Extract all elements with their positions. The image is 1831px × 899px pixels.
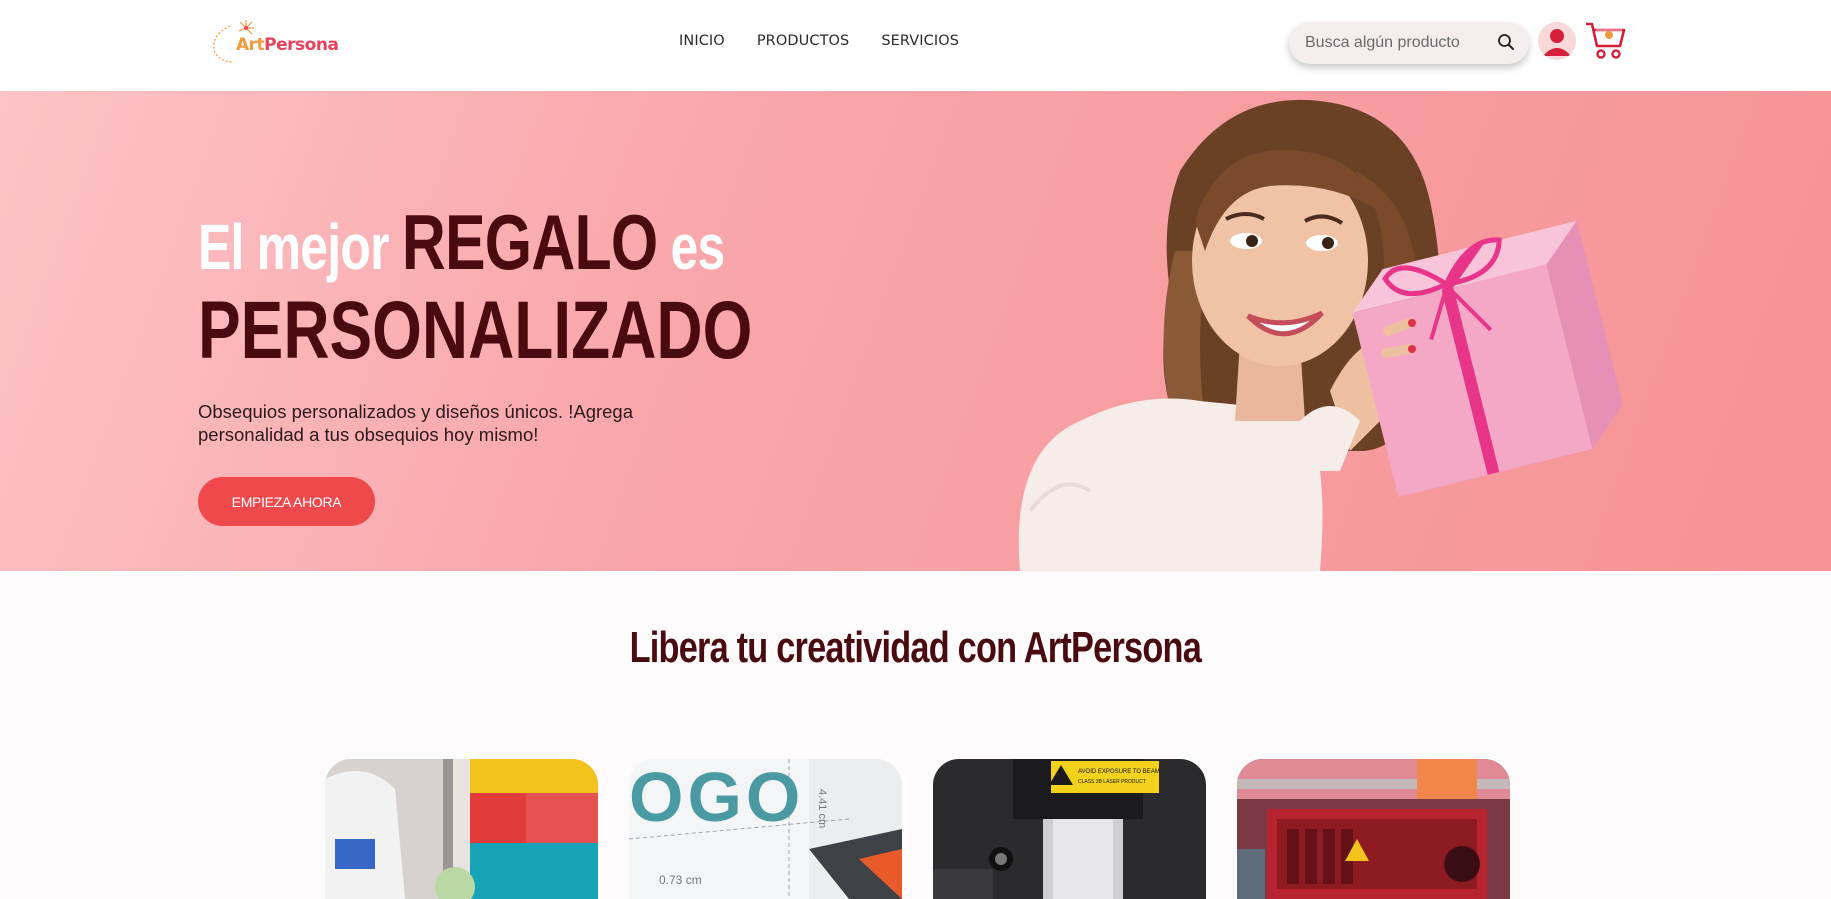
- search-input[interactable]: [1305, 32, 1485, 54]
- hero-title-line1: El mejor REGALO es: [198, 198, 725, 286]
- logo-print-image: OGO 0.73 cm 4.41 cm: [629, 759, 902, 899]
- nav-inicio[interactable]: INICIO: [679, 33, 725, 49]
- search-box: [1289, 22, 1529, 64]
- sublimation-image: [325, 759, 598, 899]
- svg-text:CLASS 3B LASER PRODUCT: CLASS 3B LASER PRODUCT: [1078, 779, 1146, 785]
- hero-title-line2: PERSONALIZADO: [198, 285, 753, 376]
- search-icon[interactable]: [1497, 33, 1515, 51]
- service-card-3d-printer[interactable]: [1237, 759, 1510, 899]
- cart-icon[interactable]: [1584, 20, 1626, 62]
- service-card-logo-print[interactable]: OGO 0.73 cm 4.41 cm: [629, 759, 902, 899]
- section-title: Libera tu creatividad con ArtPersona: [629, 623, 1202, 672]
- top-navbar: ArtPersona INICIO PRODUCTOS SERVICIOS: [0, 0, 1831, 91]
- 3d-printer-image: [1237, 759, 1510, 899]
- svg-text:0.73 cm: 0.73 cm: [659, 873, 702, 887]
- nav-productos[interactable]: PRODUCTOS: [757, 33, 850, 49]
- main-menu: INICIO PRODUCTOS SERVICIOS: [679, 33, 991, 49]
- user-icon: [1538, 22, 1576, 60]
- brand-logo[interactable]: ArtPersona: [206, 16, 346, 66]
- user-avatar[interactable]: [1538, 22, 1576, 60]
- hero-description: Obsequios personalizados y diseños único…: [198, 401, 634, 445]
- nav-servicios[interactable]: SERVICIOS: [881, 33, 959, 49]
- woman-with-gift-image: [1018, 99, 1623, 571]
- svg-text:4.41 cm: 4.41 cm: [816, 789, 828, 828]
- service-card-sublimation[interactable]: [325, 759, 598, 899]
- hero-banner: El mejor REGALO es PERSONALIZADO Obsequi…: [0, 91, 1831, 571]
- svg-text:AVOID EXPOSURE TO BEAM: AVOID EXPOSURE TO BEAM: [1078, 769, 1160, 775]
- brand-name: ArtPersona: [236, 35, 339, 55]
- empieza-ahora-button[interactable]: EMPIEZA AHORA: [198, 477, 375, 526]
- service-card-laser[interactable]: AVOID EXPOSURE TO BEAM CLASS 3B LASER PR…: [933, 759, 1206, 899]
- laser-machine-image: AVOID EXPOSURE TO BEAM CLASS 3B LASER PR…: [933, 759, 1206, 899]
- logo-text-fragment: OGO: [629, 759, 804, 836]
